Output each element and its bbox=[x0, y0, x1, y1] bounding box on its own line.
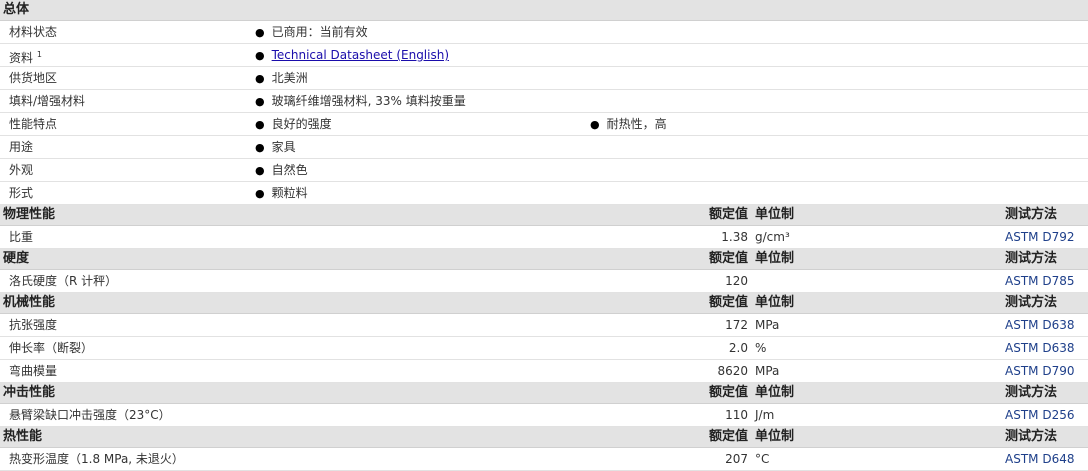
bullet-icon: ● bbox=[255, 49, 265, 62]
test-method: ASTM D790 bbox=[1005, 364, 1075, 378]
physical-header: 物理性能 额定值 单位制 测试方法 bbox=[0, 205, 1088, 226]
impact-header: 冲击性能 额定值 单位制 测试方法 bbox=[0, 383, 1088, 404]
row-label: 外观 bbox=[9, 163, 34, 177]
datasheet: 总体 材料状态 ● 已商用：当前有效 资料 1 ● Technical Datash… bbox=[0, 0, 1088, 471]
general-row-form: 形式 ● 颗粒料 bbox=[0, 182, 1088, 205]
property-value: 120 bbox=[725, 274, 748, 288]
col-unit-header: 单位制 bbox=[755, 385, 795, 400]
general-row-docs: 资料 1 ● Technical Datasheet (English) bbox=[0, 44, 1088, 67]
row-label: 供货地区 bbox=[9, 71, 58, 85]
section-title: 总体 bbox=[3, 2, 30, 17]
property-unit: g/cm³ bbox=[755, 230, 790, 244]
col-value-header: 额定值 bbox=[708, 207, 748, 222]
col-unit-header: 单位制 bbox=[755, 295, 795, 310]
general-row-appearance: 外观 ● 自然色 bbox=[0, 159, 1088, 182]
property-label: 弯曲模量 bbox=[9, 364, 58, 378]
property-unit: MPa bbox=[755, 318, 780, 332]
property-value: 207 bbox=[725, 452, 748, 466]
bullet-item: ● 已商用：当前有效 bbox=[255, 25, 368, 39]
test-method: ASTM D638 bbox=[1005, 318, 1075, 332]
test-method: ASTM D256 bbox=[1005, 408, 1075, 422]
general-row-status: 材料状态 ● 已商用：当前有效 bbox=[0, 21, 1088, 44]
section-title: 硬度 bbox=[3, 251, 30, 266]
footnote-marker: 1 bbox=[36, 50, 42, 59]
bullet-icon: ● bbox=[255, 141, 265, 154]
general-header: 总体 bbox=[0, 0, 1088, 21]
general-row-filler: 填料/增强材料 ● 玻璃纤维增强材料, 33% 填料按重量 bbox=[0, 90, 1088, 113]
bullet-item: ● 颗粒料 bbox=[255, 186, 308, 200]
section-title: 物理性能 bbox=[3, 207, 56, 222]
property-row: 比重 1.38 g/cm³ ASTM D792 bbox=[0, 226, 1088, 249]
property-unit: °C bbox=[755, 452, 770, 466]
bullet-item: ● 北美洲 bbox=[255, 71, 308, 85]
bullet-icon: ● bbox=[255, 118, 265, 131]
col-method-header: 测试方法 bbox=[1005, 295, 1058, 310]
property-label: 比重 bbox=[9, 230, 34, 244]
col-method-header: 测试方法 bbox=[1005, 429, 1058, 444]
bullet-item: ● 家具 bbox=[255, 140, 296, 154]
col-value-header: 额定值 bbox=[708, 295, 748, 310]
row-label: 资料 1 bbox=[9, 50, 42, 65]
property-label: 伸长率（断裂） bbox=[9, 341, 94, 355]
bullet-icon: ● bbox=[255, 72, 265, 85]
property-value: 110 bbox=[725, 408, 748, 422]
col-unit-header: 单位制 bbox=[755, 207, 795, 222]
hardness-header: 硬度 额定值 单位制 测试方法 bbox=[0, 249, 1088, 270]
test-method: ASTM D792 bbox=[1005, 230, 1075, 244]
bullet-item: ● 玻璃纤维增强材料, 33% 填料按重量 bbox=[255, 94, 466, 108]
col-method-header: 测试方法 bbox=[1005, 385, 1058, 400]
thermal-header: 热性能 额定值 单位制 测试方法 bbox=[0, 427, 1088, 448]
property-row: 弯曲模量 8620 MPa ASTM D790 bbox=[0, 360, 1088, 383]
property-row: 洛氏硬度（R 计秤） 120 ASTM D785 bbox=[0, 270, 1088, 293]
general-row-region: 供货地区 ● 北美洲 bbox=[0, 67, 1088, 90]
bullet-item: ● 良好的强度 bbox=[255, 117, 332, 131]
test-method: ASTM D638 bbox=[1005, 341, 1075, 355]
property-unit: MPa bbox=[755, 364, 780, 378]
property-label: 悬臂梁缺口冲击强度（23°C） bbox=[9, 408, 171, 422]
col-unit-header: 单位制 bbox=[755, 429, 795, 444]
datasheet-link[interactable]: Technical Datasheet (English) bbox=[272, 48, 449, 62]
mechanical-header: 机械性能 额定值 单位制 测试方法 bbox=[0, 293, 1088, 314]
bullet-icon: ● bbox=[255, 187, 265, 200]
test-method: ASTM D785 bbox=[1005, 274, 1075, 288]
property-value: 172 bbox=[725, 318, 748, 332]
property-row: 热变形温度（1.8 MPa, 未退火） 207 °C ASTM D648 bbox=[0, 448, 1088, 471]
bullet-item: ● Technical Datasheet (English) bbox=[255, 44, 449, 67]
bullet-icon: ● bbox=[255, 95, 265, 108]
bullet-item: ● 自然色 bbox=[255, 163, 308, 177]
property-label: 热变形温度（1.8 MPa, 未退火） bbox=[9, 452, 184, 466]
row-label: 性能特点 bbox=[9, 117, 58, 131]
col-unit-header: 单位制 bbox=[755, 251, 795, 266]
property-label: 洛氏硬度（R 计秤） bbox=[9, 274, 118, 288]
property-row: 伸长率（断裂） 2.0 % ASTM D638 bbox=[0, 337, 1088, 360]
property-unit: % bbox=[755, 341, 767, 355]
bullet-item: ● 耐热性，高 bbox=[590, 117, 667, 131]
row-label: 形式 bbox=[9, 186, 34, 200]
property-label: 抗张强度 bbox=[9, 318, 58, 332]
general-row-uses: 用途 ● 家具 bbox=[0, 136, 1088, 159]
col-method-header: 测试方法 bbox=[1005, 207, 1058, 222]
col-value-header: 额定值 bbox=[708, 385, 748, 400]
bullet-icon: ● bbox=[255, 26, 265, 39]
property-unit: J/m bbox=[755, 408, 775, 422]
col-value-header: 额定值 bbox=[708, 429, 748, 444]
row-label: 材料状态 bbox=[9, 25, 58, 39]
general-row-features: 性能特点 ● 良好的强度 ● 耐热性，高 bbox=[0, 113, 1088, 136]
test-method: ASTM D648 bbox=[1005, 452, 1075, 466]
property-value: 1.38 bbox=[721, 230, 748, 244]
property-row: 抗张强度 172 MPa ASTM D638 bbox=[0, 314, 1088, 337]
section-title: 机械性能 bbox=[3, 295, 56, 310]
row-label: 用途 bbox=[9, 140, 34, 154]
section-title: 冲击性能 bbox=[3, 385, 56, 400]
section-title: 热性能 bbox=[3, 429, 43, 444]
bullet-icon: ● bbox=[590, 118, 600, 131]
col-method-header: 测试方法 bbox=[1005, 251, 1058, 266]
col-value-header: 额定值 bbox=[708, 251, 748, 266]
property-value: 8620 bbox=[717, 364, 748, 378]
property-row: 悬臂梁缺口冲击强度（23°C） 110 J/m ASTM D256 bbox=[0, 404, 1088, 427]
row-label: 填料/增强材料 bbox=[9, 94, 86, 108]
property-value: 2.0 bbox=[728, 341, 748, 355]
bullet-icon: ● bbox=[255, 164, 265, 177]
